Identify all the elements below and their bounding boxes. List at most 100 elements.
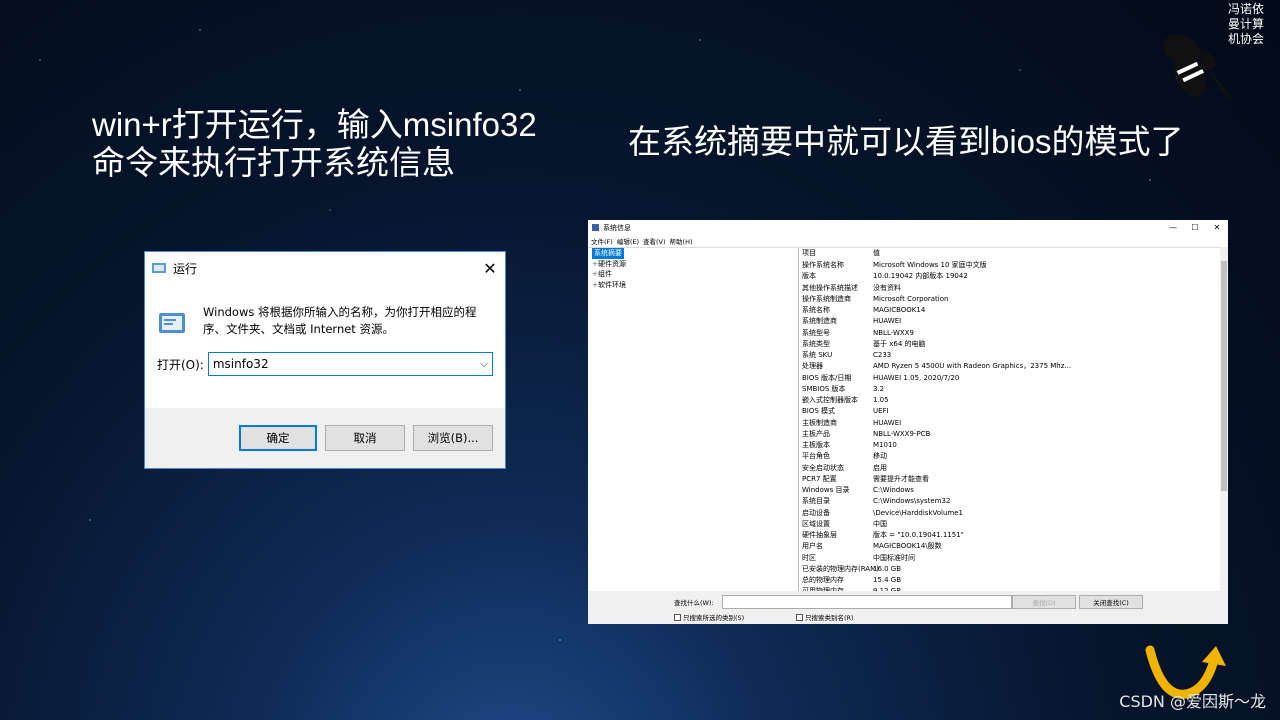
run-titlebar: 运行 ✕ (145, 252, 505, 284)
table-row[interactable]: PCR7 配置 需要提升才能查看 (800, 474, 1218, 485)
table-row[interactable]: 主板制造商 HUAWEI (800, 418, 1218, 429)
row-value: 1.05 (873, 396, 889, 404)
checkbox-label: 只搜索所选的类别(S) (683, 614, 745, 622)
table-row[interactable]: 用户名 MAGICBOOK14\殷数 (800, 541, 1218, 552)
row-item: PCR7 配置 (802, 474, 837, 483)
tree-item-system-summary[interactable]: 系统摘要 (588, 248, 798, 259)
row-item: 平台角色 (802, 452, 830, 461)
find-button[interactable]: 查找(D) (1012, 595, 1076, 609)
command-input[interactable]: msinfo32 ⌵ (207, 352, 493, 376)
msinfo-main: 系统摘要 +硬件资源 +组件 +软件环境 项目 值 操作系统名称 Microsof… (588, 247, 1228, 592)
tree-item-hardware[interactable]: +硬件资源 (588, 259, 798, 270)
run-open-row: 打开(O): msinfo32 ⌵ (145, 338, 505, 376)
tree-item-label: 系统摘要 (592, 248, 624, 259)
row-item: 操作系统名称 (802, 261, 844, 269)
column-header-item[interactable]: 项目 (800, 248, 873, 260)
table-row[interactable]: 系统名称 MAGICBOOK14 (800, 305, 1218, 316)
minimize-icon[interactable]: — (1162, 223, 1184, 232)
table-row[interactable]: Windows 目录 C:\Windows (800, 485, 1218, 496)
row-item: 嵌入式控制器版本 (802, 396, 858, 404)
row-item: 处理器 (802, 362, 823, 371)
table-row[interactable]: 系统目录 C:\Windows\system32 (800, 496, 1218, 507)
table-row[interactable]: BIOS 版本/日期 HUAWEI 1.05, 2020/7/20 (800, 373, 1218, 384)
table-row[interactable]: 操作系统名称 Microsoft Windows 10 家庭中文版 (800, 260, 1218, 271)
row-value: 10.0.19042 内部版本 19042 (873, 272, 968, 281)
table-row[interactable]: 版本 10.0.19042 内部版本 19042 (800, 271, 1218, 282)
checkbox-category-names[interactable]: 只搜索类别名(R) (796, 612, 854, 622)
row-item: Windows 目录 (802, 486, 850, 494)
table-row[interactable]: 硬件抽象层 版本 = "10.0.19041.1151" (800, 530, 1218, 541)
table-row[interactable]: 已安装的物理内存(RAM) 16.0 GB (800, 564, 1218, 575)
window-controls: — ☐ ✕ (1162, 223, 1228, 232)
table-row[interactable]: 系统型号 NBLL-WXX9 (800, 328, 1218, 339)
ok-button[interactable]: 确定 (239, 425, 317, 451)
vertical-scrollbar[interactable] (1220, 247, 1228, 591)
run-title: 运行 (173, 261, 198, 276)
menu-view[interactable]: 查看(V) (643, 236, 666, 246)
row-value: HUAWEI (873, 317, 902, 326)
row-value: MAGICBOOK14 (873, 306, 926, 314)
column-header-value[interactable]: 值 (873, 248, 1041, 260)
table-row[interactable]: 时区 中国标准时间 (800, 553, 1218, 564)
browse-button[interactable]: 浏览(B)... (413, 425, 493, 451)
row-item: 主板产品 (802, 429, 830, 438)
open-label: 打开(O): (157, 357, 204, 372)
table-row[interactable]: 总的物理内存 15.4 GB (800, 575, 1218, 586)
close-find-button[interactable]: 关闭查找(C) (1079, 595, 1143, 609)
table-row[interactable]: 系统制造商 HUAWEI (800, 316, 1218, 327)
tree-item-software[interactable]: +软件环境 (588, 280, 798, 291)
checkbox-box[interactable] (796, 613, 803, 621)
row-value: NBLL-WXX9-PCB (873, 429, 931, 438)
table-header: 项目 值 (800, 248, 1218, 260)
row-value: 15.4 GB (873, 576, 902, 584)
tree-item-label: 硬件资源 (598, 259, 626, 268)
scrollbar-thumb[interactable] (1221, 261, 1227, 491)
table-row[interactable]: 处理器 AMD Ryzen 5 4500U with Radeon Graphic… (800, 361, 1218, 372)
checkbox-box[interactable] (674, 613, 681, 621)
row-item: 启动设备 (802, 508, 830, 517)
tree-item-label: 组件 (598, 270, 612, 278)
find-bar: 查找什么(W): 查找(D) 关闭查找(C) 只搜索所选的类别(S) 只搜索类别… (588, 591, 1228, 624)
maximize-icon[interactable]: ☐ (1184, 223, 1206, 232)
table-row[interactable]: 其他操作系统描述 没有资料 (800, 283, 1218, 294)
bee-icon (1163, 34, 1232, 99)
table-row[interactable]: 平台角色 移动 (800, 451, 1218, 462)
table-row[interactable]: BIOS 模式 UEFI (800, 406, 1218, 417)
table-row[interactable]: 主板版本 M1010 (800, 440, 1218, 451)
row-item: 系统目录 (802, 497, 830, 506)
find-input[interactable] (722, 595, 1012, 609)
table-row[interactable]: 系统类型 基于 x64 的电脑 (800, 339, 1218, 350)
table-row[interactable]: 操作系统制造商 Microsoft Corporation (800, 294, 1218, 305)
slide-heading-left: win+r打开运行，输入msinfo32 命令来执行打开系统信息 (92, 106, 572, 182)
row-value: HUAWEI (873, 418, 902, 427)
table-row[interactable]: 启动设备 \Device\HarddiskVolume1 (800, 508, 1218, 519)
menu-help[interactable]: 帮助(H) (670, 236, 693, 246)
row-value: HUAWEI 1.05, 2020/7/20 (873, 373, 960, 382)
run-footer: 确定 取消 浏览(B)... (145, 408, 505, 468)
category-tree: 系统摘要 +硬件资源 +组件 +软件环境 (588, 248, 799, 592)
checkbox-selected-category[interactable]: 只搜索所选的类别(S) (674, 612, 744, 622)
menu-file[interactable]: 文件(F) (591, 236, 613, 246)
row-value: 没有资料 (873, 283, 901, 292)
logo-line: 冯诺依 (1227, 2, 1264, 16)
msinfo-menubar: 文件(F) 编辑(E) 查看(V) 帮助(H) (588, 235, 1228, 246)
table-row[interactable]: 安全启动状态 启用 (800, 463, 1218, 474)
run-body: Windows 将根据你所输入的名称，为你打开相应的程序、文件夹、文档或 Int… (145, 284, 505, 338)
command-input-value: msinfo32 (212, 357, 269, 371)
row-value: 中国 (873, 519, 887, 528)
run-dialog: 运行 ✕ Windows 将根据你所输入的名称，为你打开相应的程序、文件夹、文档… (145, 252, 505, 468)
menu-edit[interactable]: 编辑(E) (617, 236, 639, 246)
tree-item-components[interactable]: +组件 (588, 269, 798, 280)
table-row[interactable]: SMBIOS 版本 3.2 (800, 384, 1218, 395)
row-item: 硬件抽象层 (802, 531, 837, 539)
table-row[interactable]: 系统 SKU C233 (800, 350, 1218, 361)
table-row[interactable]: 嵌入式控制器版本 1.05 (800, 395, 1218, 406)
cancel-button[interactable]: 取消 (325, 425, 405, 451)
close-icon[interactable]: ✕ (1206, 223, 1228, 232)
chevron-down-icon[interactable]: ⌵ (480, 359, 488, 370)
close-icon[interactable]: ✕ (475, 259, 505, 278)
table-row[interactable]: 主板产品 NBLL-WXX9-PCB (800, 429, 1218, 440)
table-row[interactable]: 区域设置 中国 (800, 519, 1218, 530)
msinfo-titlebar: 系统信息 — ☐ ✕ (588, 220, 1228, 235)
row-item: 主板制造商 (802, 418, 837, 427)
